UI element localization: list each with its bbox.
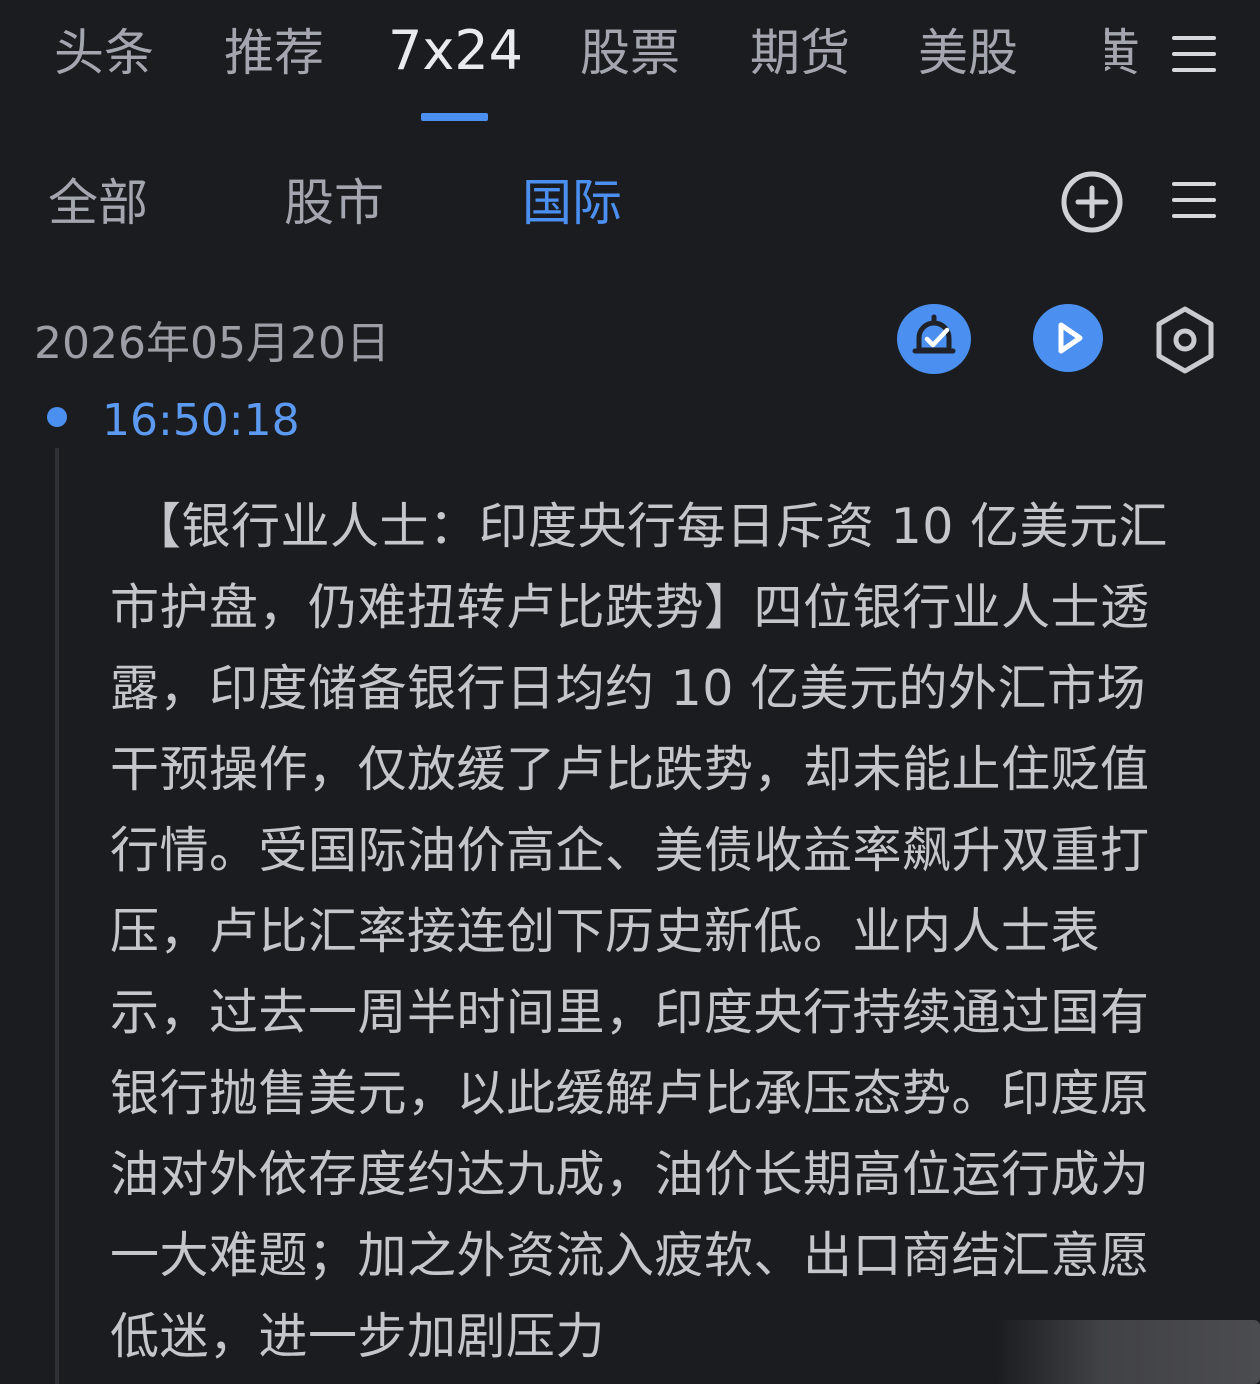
timeline-line <box>55 448 59 1384</box>
watermark <box>995 1320 1260 1384</box>
menu-icon[interactable] <box>1172 34 1216 74</box>
submenu-icon[interactable] <box>1172 180 1216 220</box>
plus-circle-icon[interactable] <box>1060 170 1124 234</box>
tab-recommend[interactable]: 推荐 <box>224 22 324 84</box>
subtab-stock-market[interactable]: 股市 <box>284 172 384 234</box>
news-content[interactable]: 【银行业人士：印度央行每日斥资 10 亿美元汇市护盘，仍难扭转卢比跌势】四位银行… <box>110 486 1192 1377</box>
tab-headlines[interactable]: 头条 <box>54 22 154 84</box>
active-tab-indicator <box>421 113 488 121</box>
tab-stocks[interactable]: 股票 <box>580 22 680 84</box>
alarm-button[interactable] <box>897 304 971 374</box>
feed-date: 2026年05月20日 <box>34 318 390 369</box>
timeline-dot <box>47 407 67 427</box>
tab-gold: 黄 <box>1105 24 1140 82</box>
play-icon <box>1058 322 1083 354</box>
hexagon-settings-icon[interactable] <box>1152 304 1218 376</box>
tab-gold-clipped[interactable]: 黄 <box>1105 20 1145 90</box>
tab-us-stocks[interactable]: 美股 <box>918 22 1018 84</box>
alarm-check-icon <box>912 314 956 354</box>
play-button[interactable] <box>1033 304 1103 372</box>
news-time: 16:50:18 <box>102 395 300 446</box>
sub-nav: 全部 股市 国际 <box>0 150 1260 260</box>
subtab-international[interactable]: 国际 <box>522 172 622 234</box>
tab-futures[interactable]: 期货 <box>750 22 850 84</box>
date-row: 2026年05月20日 <box>0 300 1260 390</box>
top-nav: 头条 推荐 7x24 股票 期货 美股 黄 <box>0 0 1260 125</box>
tab-7x24[interactable]: 7x24 <box>388 20 523 82</box>
subtab-all[interactable]: 全部 <box>48 172 148 234</box>
